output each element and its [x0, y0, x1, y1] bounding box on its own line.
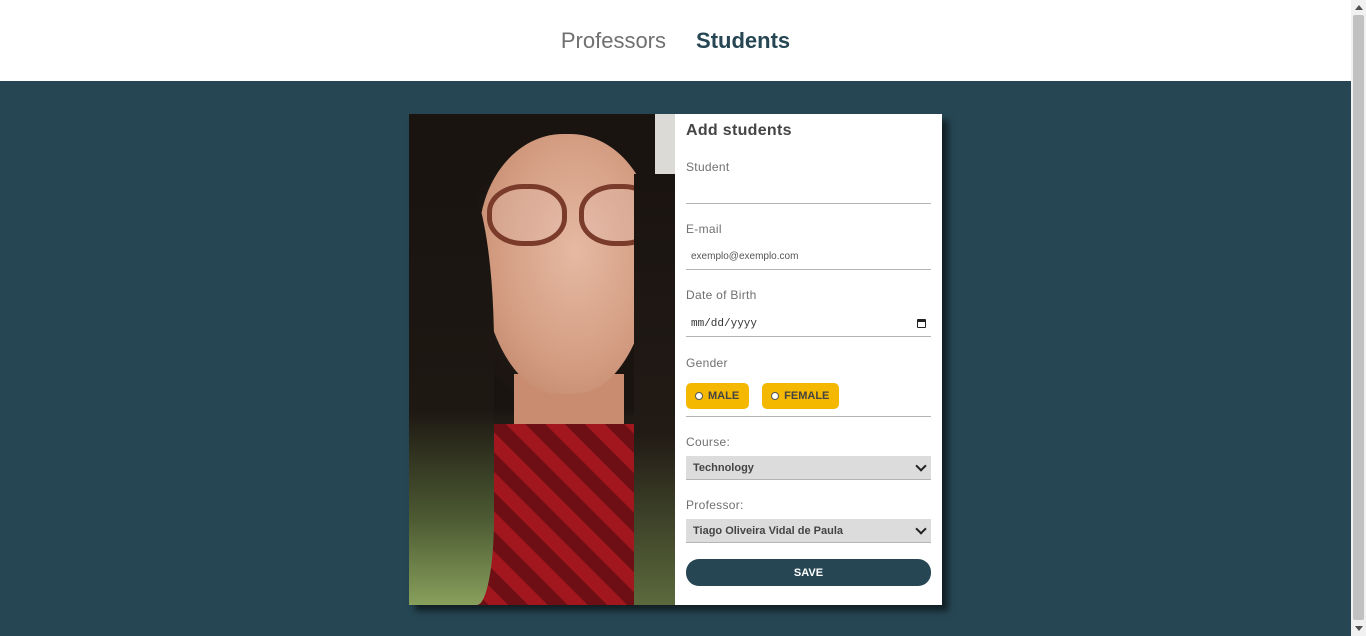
add-student-card: Add students Student E-mail Date of Birt… [409, 114, 942, 605]
dob-placeholder: mm/dd/yyyy [691, 317, 758, 330]
dob-input[interactable]: mm/dd/yyyy [686, 311, 931, 337]
professor-select[interactable]: Tiago Oliveira Vidal de Paula [686, 519, 931, 543]
scroll-up-icon[interactable] [1355, 5, 1363, 10]
gender-options: MALE FEMALE [686, 383, 931, 417]
course-label: Course: [686, 435, 731, 449]
top-nav: Professors Students [0, 0, 1351, 81]
gender-male-label: MALE [708, 390, 740, 402]
chevron-down-icon [915, 522, 927, 535]
dob-label: Date of Birth [686, 288, 757, 302]
email-input[interactable] [686, 244, 931, 270]
page-scrollbar[interactable] [1351, 0, 1366, 636]
gender-female-label: FEMALE [784, 390, 830, 402]
radio-icon[interactable] [771, 392, 780, 400]
save-button[interactable]: SAVE [686, 559, 931, 586]
chevron-down-icon [915, 459, 927, 472]
course-select[interactable]: Technology [686, 456, 931, 480]
course-value: Technology [693, 461, 754, 474]
professor-value: Tiago Oliveira Vidal de Paula [693, 524, 843, 537]
gender-label: Gender [686, 356, 728, 370]
glasses-left [487, 184, 567, 246]
email-label: E-mail [686, 222, 722, 236]
form-title: Add students [686, 122, 792, 139]
student-label: Student [686, 160, 730, 174]
student-photo [409, 114, 675, 605]
nav-professors[interactable]: Professors [561, 28, 666, 54]
scroll-thumb[interactable] [1353, 15, 1364, 620]
nav-students[interactable]: Students [696, 28, 790, 54]
scroll-down-icon[interactable] [1355, 626, 1363, 631]
gender-female-option[interactable]: FEMALE [762, 383, 840, 409]
radio-icon[interactable] [695, 392, 703, 400]
calendar-icon[interactable] [917, 319, 926, 328]
professor-label: Professor: [686, 498, 744, 512]
photo-face [479, 134, 654, 394]
student-input[interactable] [686, 178, 931, 204]
gender-male-option[interactable]: MALE [686, 383, 750, 409]
student-form: Add students Student E-mail Date of Birt… [675, 114, 942, 605]
